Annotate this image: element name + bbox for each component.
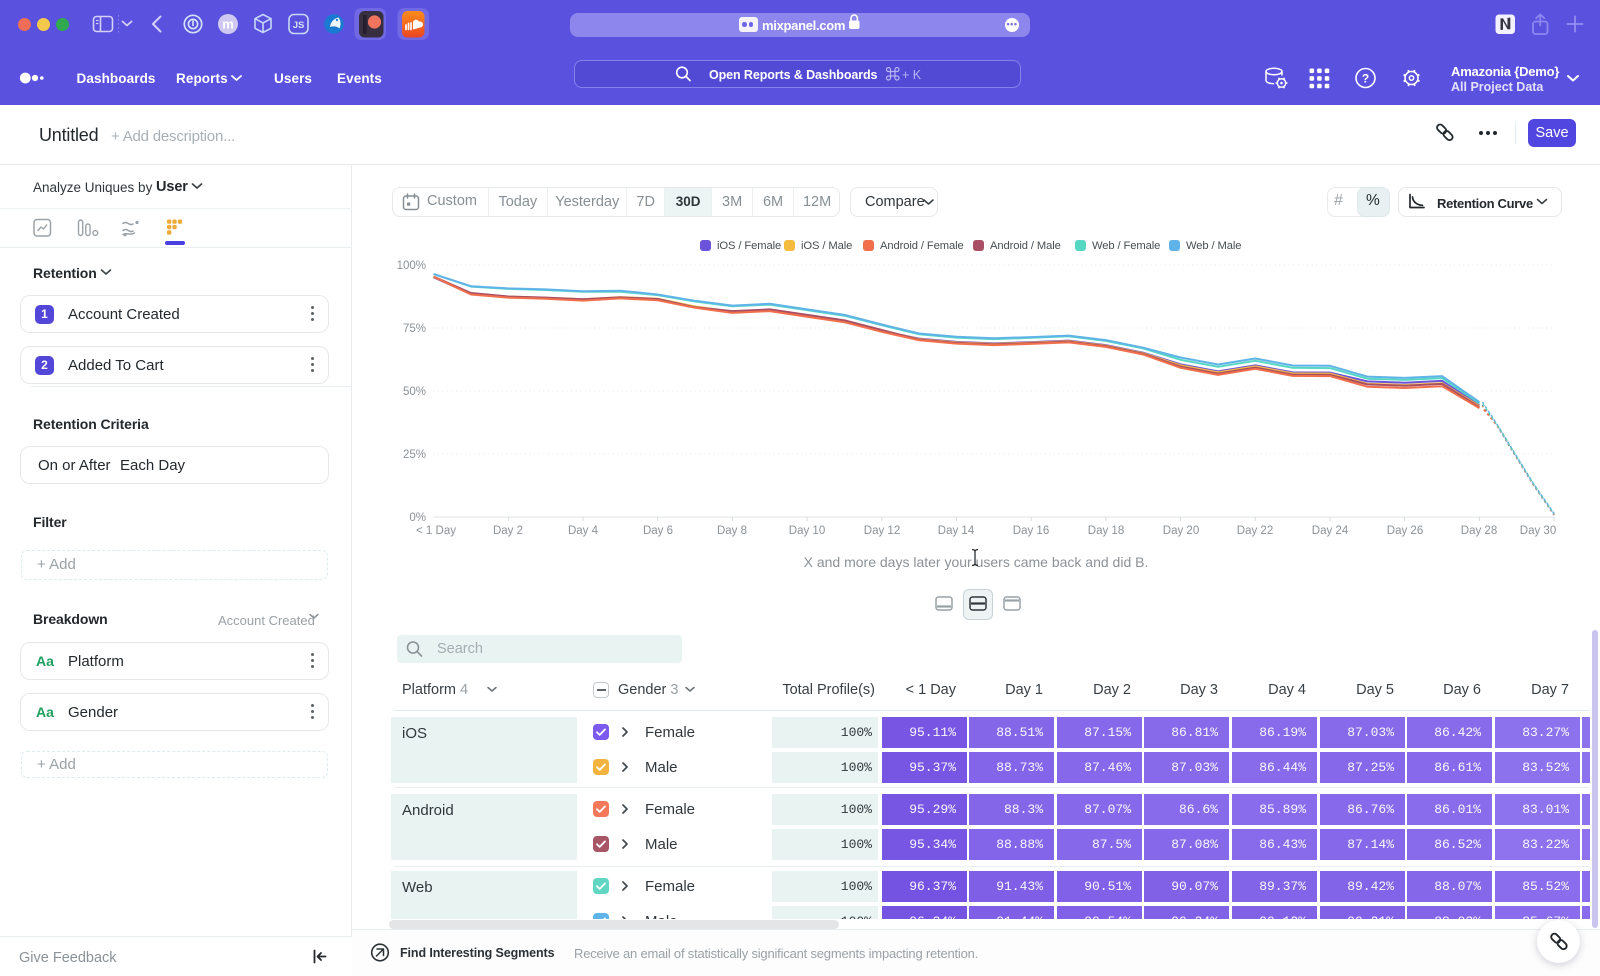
svg-text:Day 16: Day 16 [1013, 525, 1049, 537]
svg-text:Day 8: Day 8 [717, 525, 747, 537]
svg-text:Day 22: Day 22 [1237, 525, 1273, 537]
svg-text:0%: 0% [409, 512, 426, 524]
svg-text:Day 18: Day 18 [1088, 525, 1124, 537]
svg-text:Day 6: Day 6 [643, 525, 673, 537]
svg-text:Day 20: Day 20 [1163, 525, 1199, 537]
svg-text:100%: 100% [397, 260, 426, 272]
svg-text:Day 24: Day 24 [1312, 525, 1349, 537]
svg-text:Day 12: Day 12 [864, 525, 900, 537]
svg-text:75%: 75% [403, 323, 426, 335]
svg-text:Day 10: Day 10 [789, 525, 825, 537]
svg-text:Day 28: Day 28 [1461, 525, 1497, 537]
svg-text:< 1 Day: < 1 Day [416, 525, 456, 537]
svg-text:Day 2: Day 2 [493, 525, 523, 537]
svg-text:Day 26: Day 26 [1387, 525, 1423, 537]
svg-text:Day 4: Day 4 [568, 525, 599, 537]
svg-text:25%: 25% [403, 449, 426, 461]
svg-text:Day 30: Day 30 [1520, 525, 1556, 537]
svg-text:Day 14: Day 14 [938, 525, 975, 537]
svg-text:50%: 50% [403, 386, 426, 398]
